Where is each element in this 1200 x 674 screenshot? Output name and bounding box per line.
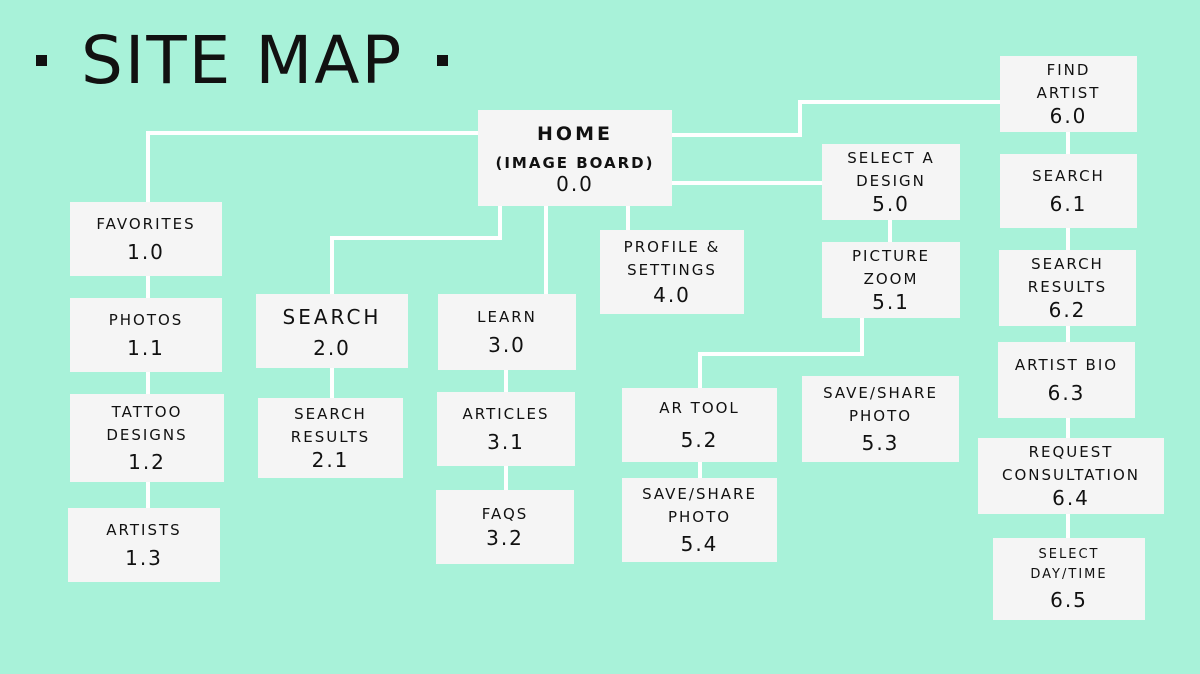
node-label: SEARCH (282, 304, 382, 329)
node-search-results-6-2: SEARCH RESULTS 6.2 (999, 250, 1136, 326)
node-label: SELECT DAY/TIME (1030, 547, 1108, 582)
node-label: SELECT A DESIGN (847, 149, 935, 190)
node-label: PICTURE ZOOM (852, 247, 930, 288)
node-artists: ARTISTS 1.3 (68, 508, 220, 582)
node-select-design: SELECT A DESIGN 5.0 (822, 144, 960, 220)
node-artist-bio: ARTIST BIO 6.3 (998, 342, 1135, 418)
node-label: ARTICLES (462, 405, 550, 424)
node-picture-zoom: PICTURE ZOOM 5.1 (822, 242, 960, 318)
node-number: 6.3 (1047, 380, 1086, 405)
node-label: PROFILE & SETTINGS (623, 238, 721, 279)
node-number: 1.0 (127, 239, 165, 264)
node-profile-settings: PROFILE & SETTINGS 4.0 (600, 230, 744, 314)
node-label: HOME (537, 123, 613, 146)
node-favorites: FAVORITES 1.0 (70, 202, 222, 276)
node-number: 6.0 (1049, 104, 1088, 128)
node-number: 4.0 (653, 283, 691, 307)
node-photos: PHOTOS 1.1 (70, 298, 222, 372)
node-label: TATTOO DESIGNS (106, 403, 188, 444)
node-search: SEARCH 2.0 (256, 294, 408, 368)
node-number: 6.2 (1048, 298, 1087, 322)
node-save-share-photo-5-3: SAVE/SHARE PHOTO 5.3 (802, 376, 959, 462)
node-number: 0.0 (556, 171, 594, 196)
node-label: SEARCH (1032, 167, 1105, 186)
node-tattoo-designs: TATTOO DESIGNS 1.2 (70, 394, 224, 482)
connector-home-find-artist (670, 100, 1000, 137)
node-label: SEARCH RESULTS (1027, 255, 1108, 296)
node-number: 5.3 (861, 431, 900, 455)
node-number: 5.4 (680, 532, 719, 556)
node-label: LEARN (477, 308, 537, 327)
node-number: 5.1 (872, 290, 910, 314)
node-number: 1.3 (125, 545, 163, 570)
node-label: ARTISTS (106, 521, 182, 540)
node-number: 6.5 (1050, 588, 1088, 612)
node-number: 3.1 (487, 429, 525, 454)
node-articles: ARTICLES 3.1 (437, 392, 575, 466)
connector-home-search (330, 206, 502, 294)
node-label: ARTIST BIO (1014, 356, 1119, 375)
node-number: 2.0 (313, 335, 351, 360)
node-select-day-time: SELECT DAY/TIME 6.5 (993, 538, 1145, 620)
node-label: FAVORITES (96, 215, 196, 234)
node-find-artist: FIND ARTIST 6.0 (1000, 56, 1137, 132)
node-search-results: SEARCH RESULTS 2.1 (258, 398, 403, 478)
node-number: 1.1 (127, 335, 165, 360)
node-search-6-1: SEARCH 6.1 (1000, 154, 1137, 228)
node-number: 5.2 (680, 427, 719, 452)
node-label: PHOTOS (108, 311, 184, 330)
node-ar-tool: AR TOOL 5.2 (622, 388, 777, 462)
node-label: SEARCH RESULTS (290, 405, 371, 446)
node-sublabel: (IMAGE BOARD) (495, 153, 655, 172)
node-save-share-photo-5-4: SAVE/SHARE PHOTO 5.4 (622, 478, 777, 562)
node-home: HOME (IMAGE BOARD) 0.0 (478, 110, 672, 206)
node-request-consultation: REQUEST CONSULTATION 6.4 (978, 438, 1164, 514)
node-label: REQUEST CONSULTATION (1001, 443, 1140, 484)
node-learn: LEARN 3.0 (438, 294, 576, 370)
node-number: 3.2 (486, 525, 524, 550)
node-label: SAVE/SHARE PHOTO (823, 384, 938, 425)
node-number: 6.4 (1052, 486, 1090, 510)
connector-home-favorites (146, 131, 480, 202)
node-label: FAQS (481, 505, 529, 524)
node-label: AR TOOL (659, 399, 740, 418)
node-label: FIND ARTIST (1036, 61, 1101, 102)
node-number: 6.1 (1049, 191, 1088, 216)
node-number: 3.0 (488, 332, 526, 357)
node-number: 5.0 (872, 192, 910, 216)
node-number: 2.1 (311, 448, 350, 472)
node-number: 1.2 (128, 450, 166, 474)
node-faqs: FAQS 3.2 (436, 490, 574, 564)
node-label: SAVE/SHARE PHOTO (642, 485, 757, 526)
